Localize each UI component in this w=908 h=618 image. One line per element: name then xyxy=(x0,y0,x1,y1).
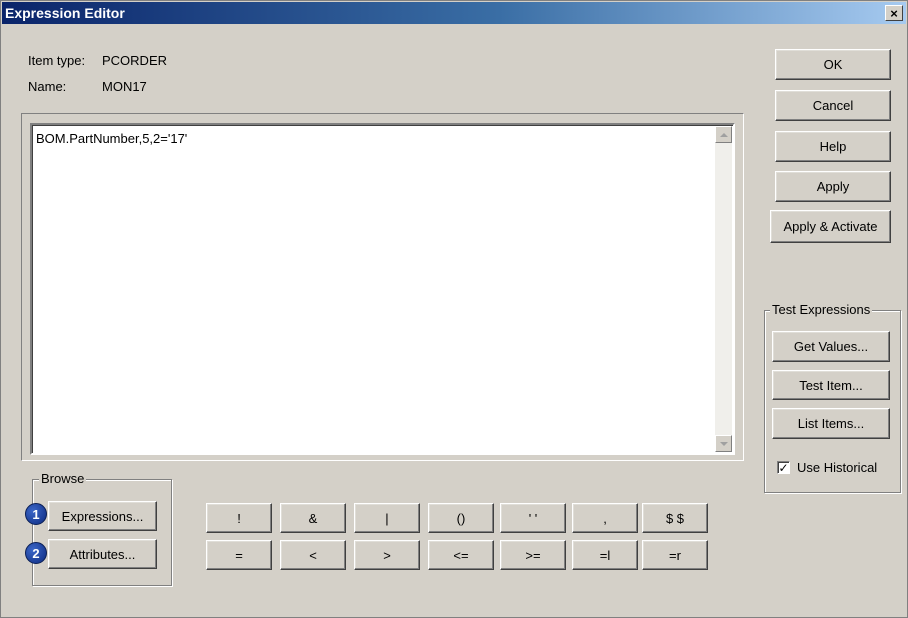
browse-legend: Browse xyxy=(39,471,87,486)
window-title: Expression Editor xyxy=(5,5,125,21)
get-values-button[interactable]: Get Values... xyxy=(772,331,890,362)
operator-greater-equal-button[interactable]: >= xyxy=(500,540,566,570)
operator-equal-right-button[interactable]: =r xyxy=(642,540,708,570)
operator-equal-left-button[interactable]: =l xyxy=(572,540,638,570)
operator-and-button[interactable]: & xyxy=(280,503,346,533)
operator-equals-button[interactable]: = xyxy=(206,540,272,570)
item-type-label: Item type: xyxy=(28,53,86,68)
arrow-up-icon xyxy=(719,132,728,137)
scroll-up-button[interactable] xyxy=(715,126,732,143)
scroll-down-button[interactable] xyxy=(715,435,732,452)
title-bar: Expression Editor × xyxy=(2,2,906,24)
use-historical-checkbox[interactable]: ✓ xyxy=(777,461,790,474)
operator-comma-button[interactable]: , xyxy=(572,503,638,533)
expression-text: BOM.PartNumber,5,2='17' xyxy=(36,131,188,146)
operator-parens-button[interactable]: () xyxy=(428,503,494,533)
arrow-down-icon xyxy=(719,441,728,446)
expression-textarea[interactable]: BOM.PartNumber,5,2='17' xyxy=(30,123,735,455)
expression-editor-window: Expression Editor × Item type: PCORDER N… xyxy=(0,0,908,618)
item-type-value: PCORDER xyxy=(102,53,168,68)
test-expressions-legend: Test Expressions xyxy=(770,302,873,317)
attributes-button[interactable]: Attributes... xyxy=(48,539,157,569)
vertical-scrollbar[interactable] xyxy=(715,126,732,452)
cancel-button[interactable]: Cancel xyxy=(775,90,891,121)
help-button[interactable]: Help xyxy=(775,131,891,162)
name-label: Name: xyxy=(28,79,67,94)
browse-group xyxy=(32,479,172,586)
operator-greater-button[interactable]: > xyxy=(354,540,420,570)
use-historical-label: Use Historical xyxy=(797,460,878,475)
list-items-button[interactable]: List Items... xyxy=(772,408,890,439)
operator-less-equal-button[interactable]: <= xyxy=(428,540,494,570)
operator-less-button[interactable]: < xyxy=(280,540,346,570)
callout-badge-1: 1 xyxy=(25,503,47,525)
operator-dollar-button[interactable]: $ $ xyxy=(642,503,708,533)
operator-not-button[interactable]: ! xyxy=(206,503,272,533)
close-icon[interactable]: × xyxy=(885,5,903,21)
expressions-button[interactable]: Expressions... xyxy=(48,501,157,531)
apply-activate-button[interactable]: Apply & Activate xyxy=(770,210,891,243)
operator-or-button[interactable]: | xyxy=(354,503,420,533)
apply-button[interactable]: Apply xyxy=(775,171,891,202)
name-value: MON17 xyxy=(102,79,147,94)
callout-badge-2: 2 xyxy=(25,542,47,564)
ok-button[interactable]: OK xyxy=(775,49,891,80)
test-item-button[interactable]: Test Item... xyxy=(772,370,890,400)
operator-quotes-button[interactable]: ' ' xyxy=(500,503,566,533)
